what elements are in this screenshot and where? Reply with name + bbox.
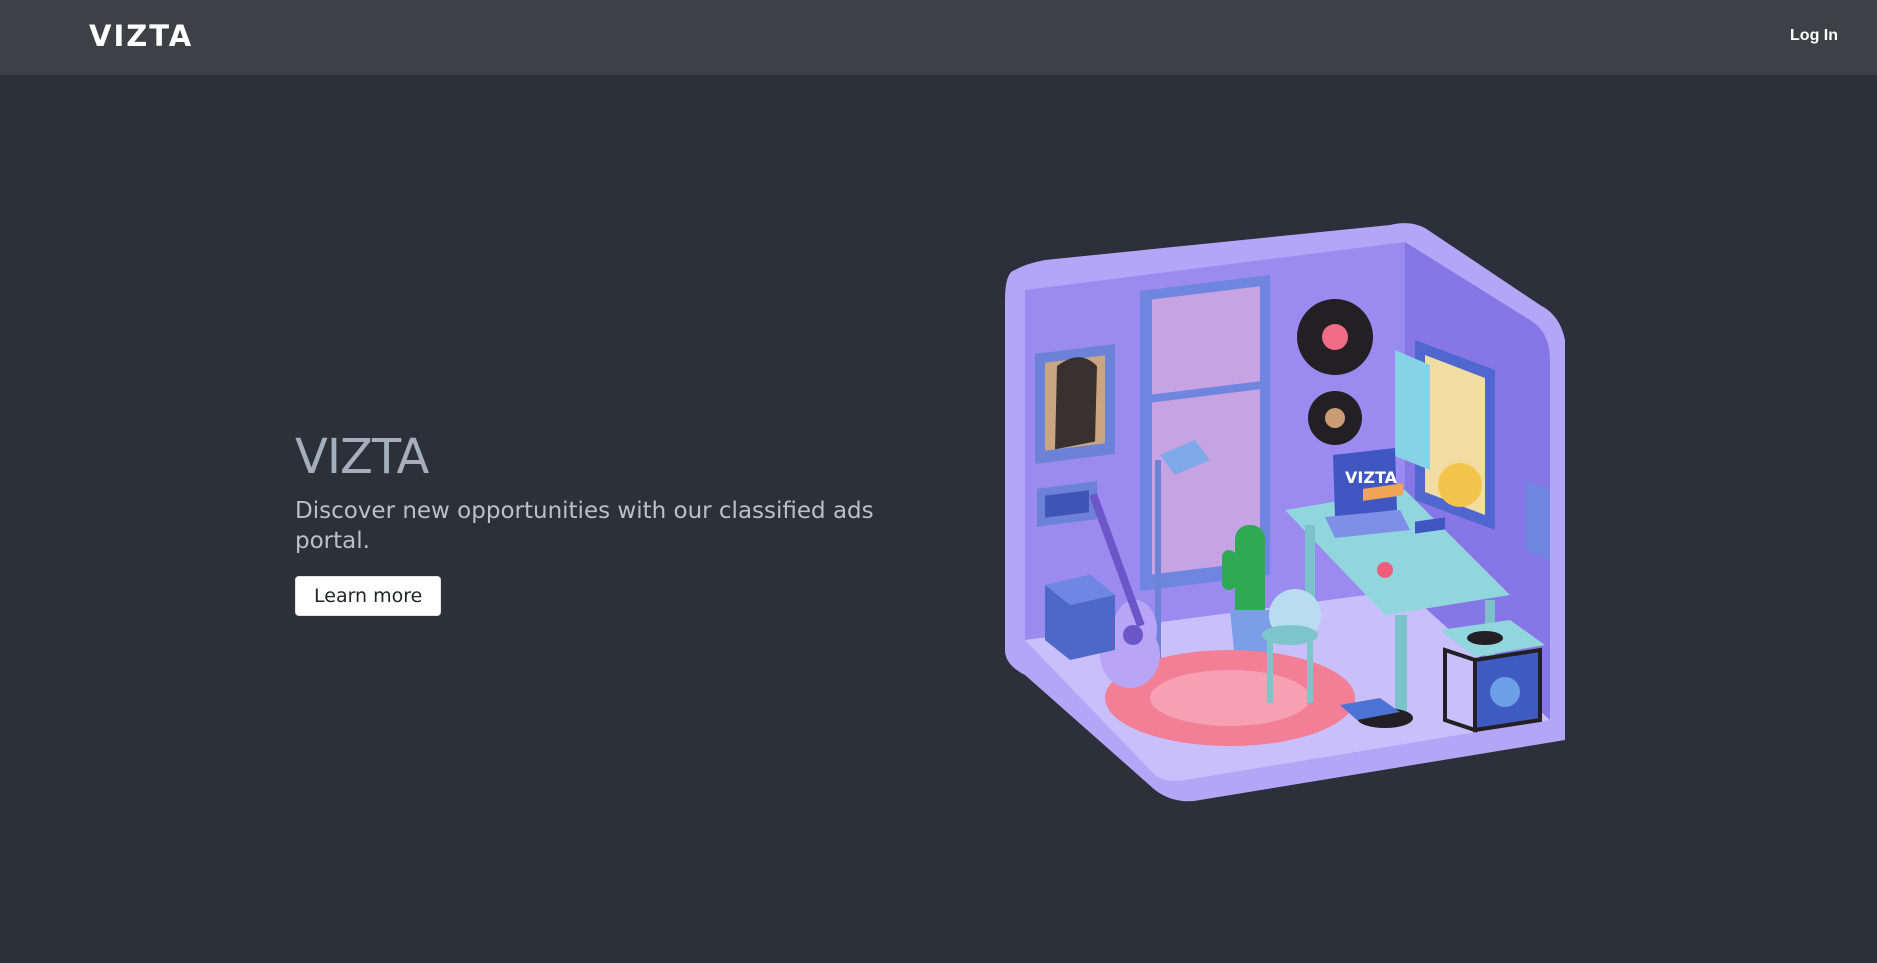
room-illustration: VIZTA xyxy=(985,220,1585,810)
login-link[interactable]: Log In xyxy=(1790,27,1838,45)
brand-logo[interactable]: VIZTA xyxy=(89,19,193,53)
laptop-brand-text: VIZTA xyxy=(1345,468,1398,487)
hero-section: VIZTA Discover new opportunities with ou… xyxy=(295,428,915,616)
hero-subtitle: Discover new opportunities with our clas… xyxy=(295,498,874,554)
top-navbar: VIZTA Log In xyxy=(0,0,1877,75)
isometric-room-image: VIZTA xyxy=(1005,223,1565,802)
hero-title: VIZTA xyxy=(295,429,429,485)
learn-more-button[interactable]: Learn more xyxy=(295,576,442,616)
